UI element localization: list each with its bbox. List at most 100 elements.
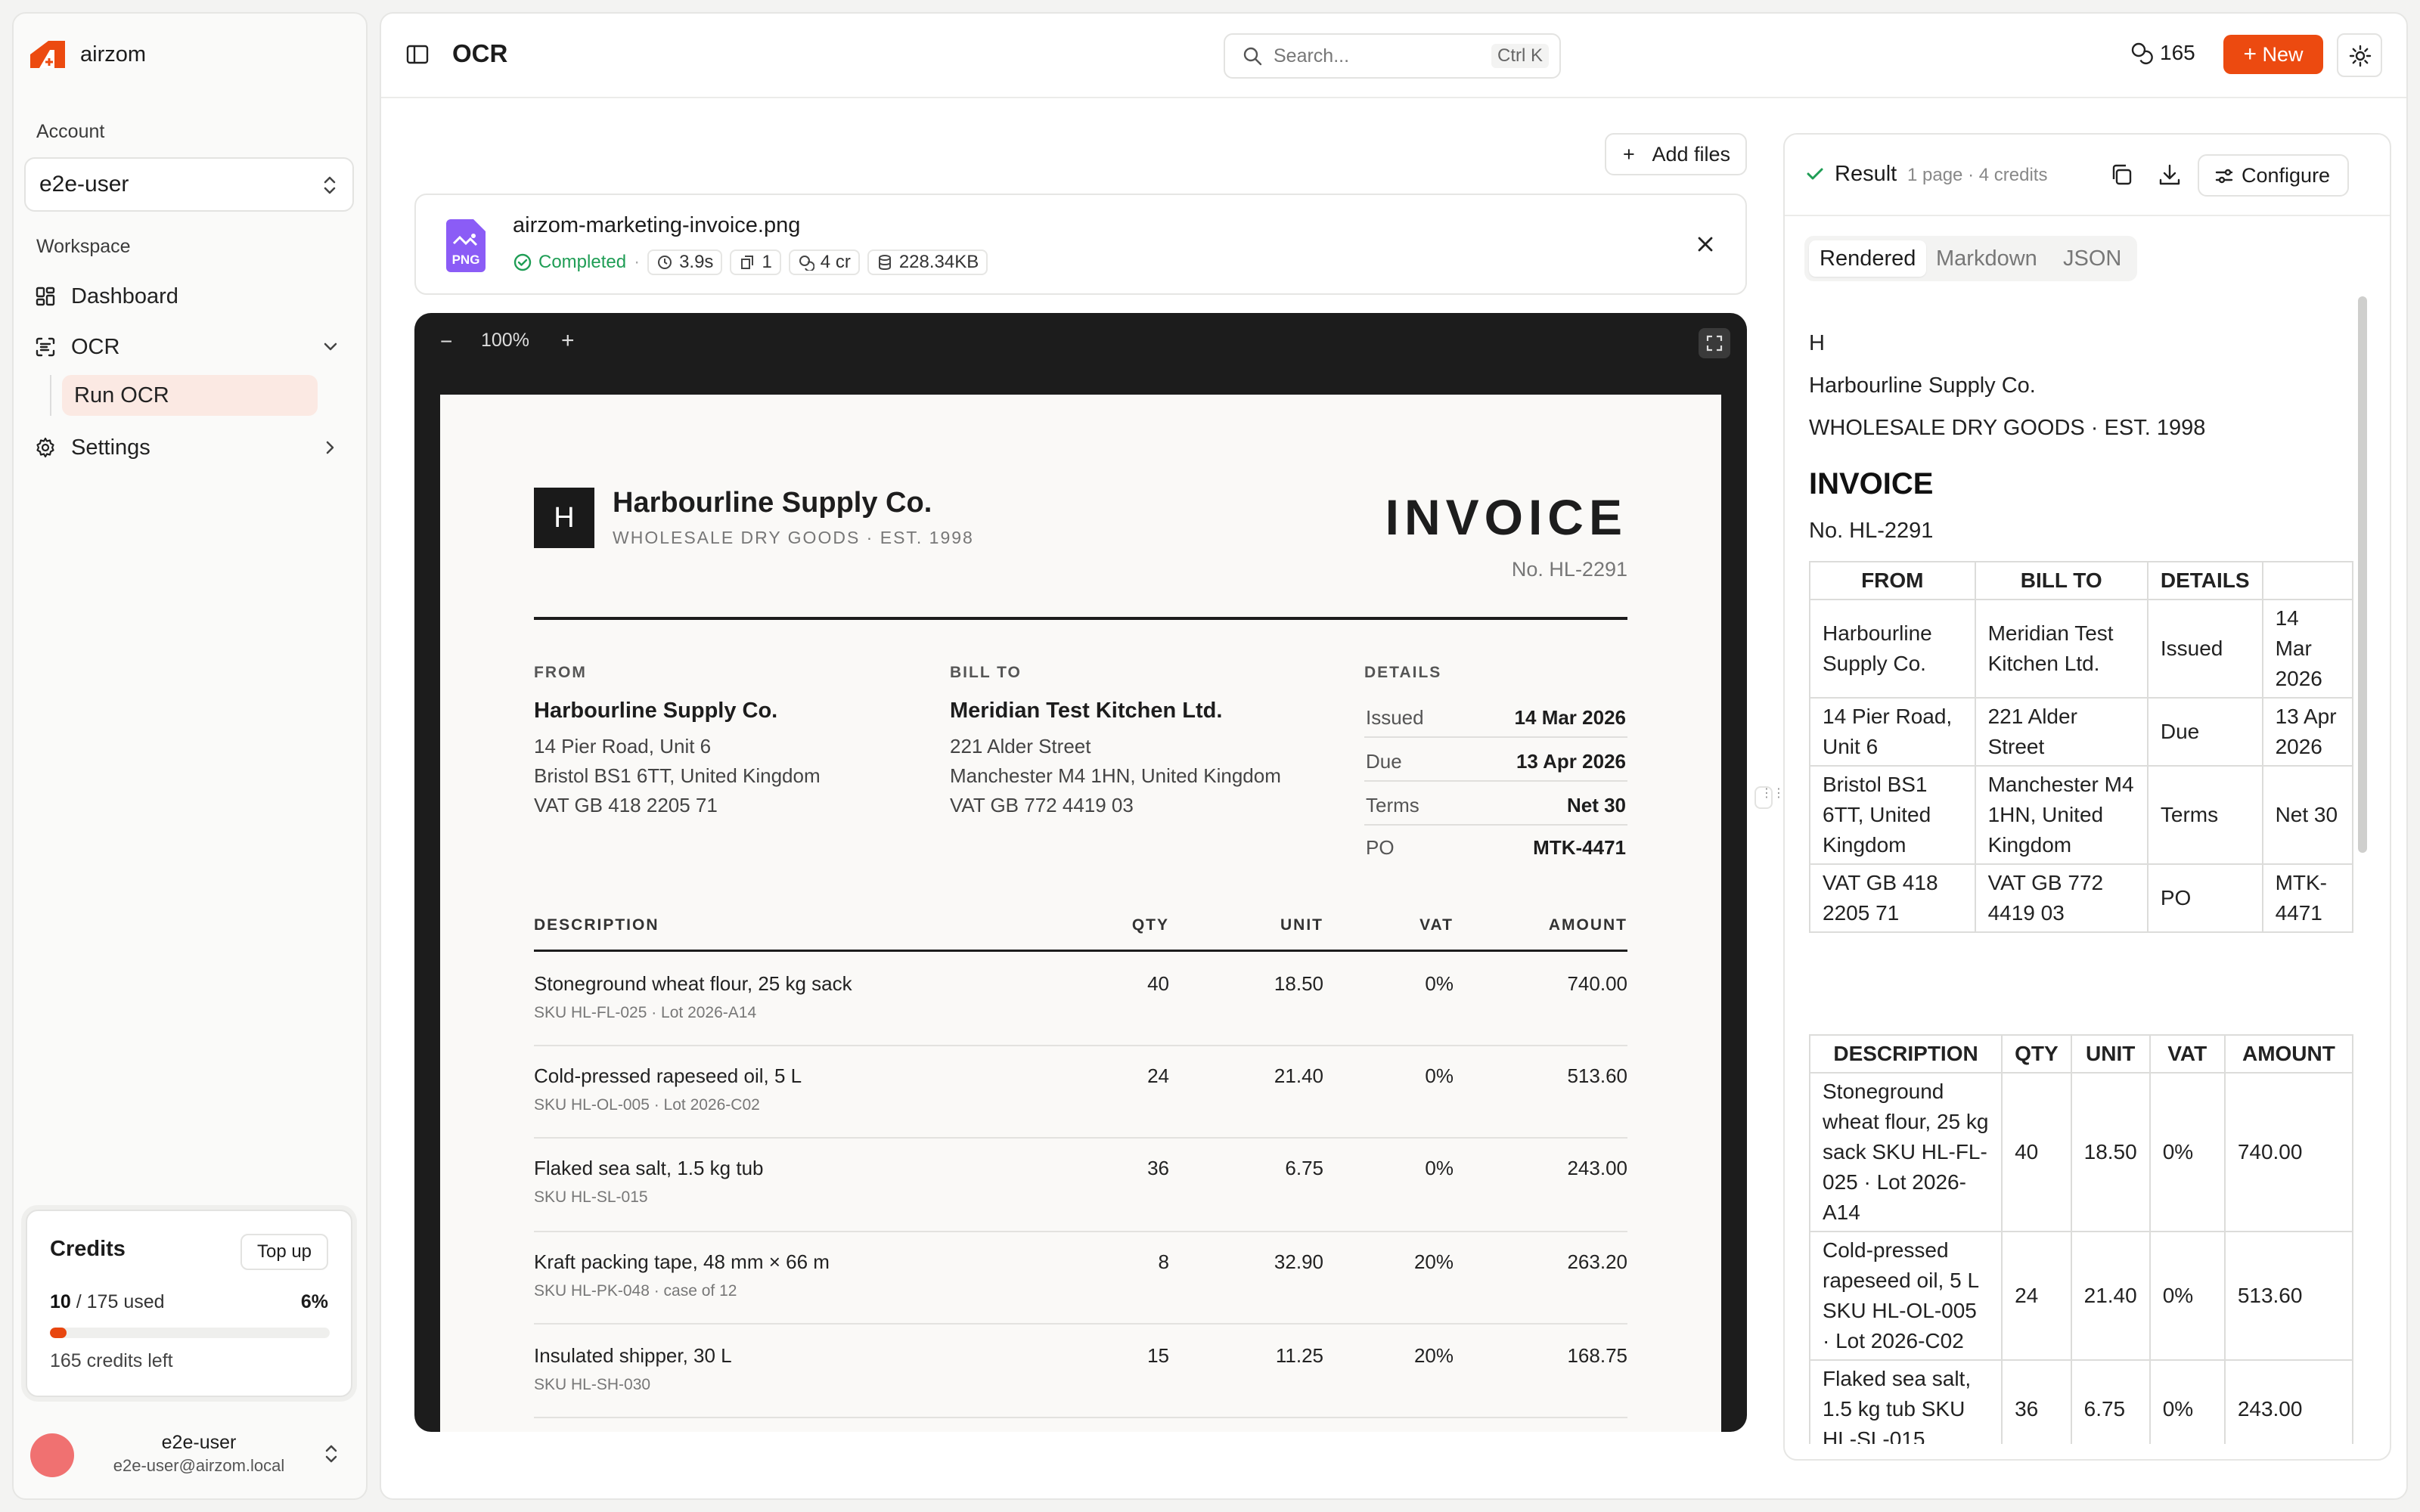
header-divider	[381, 97, 2406, 98]
chevron-up-down-icon[interactable]	[322, 1442, 340, 1465]
new-button[interactable]: + New	[2223, 35, 2323, 74]
invoice-title: INVOICE	[1385, 489, 1627, 545]
sidebar-toggle-icon[interactable]	[405, 42, 430, 67]
search-shortcut: Ctrl K	[1491, 44, 1549, 68]
table-cell: VAT GB 772 4419 03	[1974, 863, 2149, 933]
duration-value: 3.9s	[679, 252, 714, 272]
table-header-cell: QTY	[2001, 1034, 2072, 1074]
airzom-logo-icon[interactable]	[29, 39, 67, 70]
sidebar-item-ocr[interactable]: OCR	[24, 324, 354, 370]
tab-markdown[interactable]: Markdown	[1936, 240, 2037, 277]
pages-icon	[741, 256, 754, 269]
zoom-out-button[interactable]: −	[440, 330, 452, 354]
item-amount: 740.00	[1567, 972, 1627, 995]
search-placeholder: Search...	[1274, 45, 1350, 67]
workspace-label: Workspace	[36, 236, 131, 257]
table-cell: Net 30	[2261, 765, 2354, 865]
bill-to-line: VAT GB 772 4419 03	[950, 794, 1134, 816]
item-qty: 24	[1147, 1064, 1169, 1087]
table-cell: VAT GB 418 2205 71	[1809, 863, 1976, 933]
result-title: Result	[1835, 162, 1897, 186]
table-cell: Due	[2146, 697, 2263, 767]
item-description: Flaked sea salt, 1.5 kg tub	[534, 1157, 764, 1179]
table-row: Flaked sea salt, 1.5 kg tub SKU HL-SL-01…	[1808, 1359, 2354, 1444]
size-value: 228.34KB	[898, 252, 979, 272]
brand-name: airzom	[80, 42, 147, 67]
details-key: Terms	[1366, 794, 1419, 816]
file-meta: Completed · 3.9s 1 4 cr 228.34KB	[513, 249, 988, 275]
col-header-vat: VAT	[1419, 916, 1454, 934]
close-icon[interactable]	[1696, 234, 1715, 254]
credit-balance: 165	[2130, 41, 2195, 65]
sidebar-item-label: OCR	[71, 335, 120, 359]
add-files-button[interactable]: + Add files	[1605, 133, 1747, 175]
expand-icon	[1705, 334, 1723, 352]
table-cell: Terms	[2146, 765, 2263, 865]
item-description: Kraft packing tape, 48 mm × 66 m	[534, 1250, 830, 1273]
table-cell: Harbourline Supply Co.	[1809, 599, 1976, 699]
item-vat: 20%	[1413, 1250, 1454, 1273]
result-scrollbar[interactable]	[2358, 296, 2367, 853]
account-value: e2e-user	[39, 172, 129, 197]
from-caption: FROM	[534, 664, 587, 681]
table-cell: MTK-4471	[2261, 863, 2354, 933]
table-cell: 513.60	[2223, 1231, 2354, 1361]
panel-resize-handle[interactable]: ⋮⋮	[1754, 786, 1785, 809]
grid-icon	[35, 286, 56, 307]
theme-toggle-button[interactable]	[2337, 33, 2382, 77]
chevron-down-icon	[321, 338, 340, 356]
file-card	[414, 194, 1747, 295]
item-unit: 18.50	[1274, 972, 1323, 995]
item-sku: SKU HL-OL-005 · Lot 2026-C02	[534, 1096, 760, 1114]
search-input[interactable]: Search... Ctrl K	[1224, 33, 1561, 79]
check-circle-icon	[513, 253, 532, 271]
result-header-divider	[1785, 215, 2390, 216]
tab-rendered[interactable]: Rendered	[1809, 240, 1927, 277]
credits-chip: 4 cr	[788, 249, 860, 275]
sidebar-item-settings[interactable]: Settings	[24, 425, 354, 470]
configure-button[interactable]: Configure	[2198, 154, 2349, 197]
account-select[interactable]: e2e-user	[24, 157, 354, 212]
table-row: FROM BILL TO DETAILS	[1809, 561, 2354, 600]
fullscreen-button[interactable]	[1699, 328, 1730, 358]
from-name: Harbourline Supply Co.	[534, 699, 778, 723]
scan-icon	[35, 336, 56, 358]
rendered-heading: INVOICE	[1809, 467, 1934, 500]
user-name: e2e-user	[161, 1432, 237, 1453]
table-cell: PO	[2146, 863, 2263, 933]
item-sku: SKU HL-FL-025 · Lot 2026-A14	[534, 1004, 757, 1021]
download-icon[interactable]	[2157, 162, 2183, 187]
copy-icon[interactable]	[2108, 162, 2134, 187]
table-row: DESCRIPTION QTY UNIT VAT AMOUNT	[1808, 1034, 2354, 1074]
item-qty: 8	[1158, 1250, 1169, 1273]
zoom-in-button[interactable]: +	[561, 328, 575, 354]
details-row: Issued 14 Mar 2026	[1364, 696, 1627, 738]
table-header-cell: BILL TO	[1974, 561, 2149, 600]
details-row: PO MTK-4471	[1364, 826, 1627, 868]
row-divider	[534, 1137, 1627, 1139]
table-cell: Manchester M4 1HN, United Kingdom	[1974, 765, 2149, 865]
sidebar-item-dashboard[interactable]: Dashboard	[24, 274, 354, 319]
item-sku: SKU HL-SL-015	[534, 1188, 648, 1206]
table-cell: Bristol BS1 6TT, United Kingdom	[1809, 765, 1976, 865]
pages-value: 1	[762, 252, 772, 272]
avatar[interactable]	[30, 1433, 74, 1477]
chevron-up-down-icon	[321, 174, 339, 197]
details-row: Due 13 Apr 2026	[1364, 739, 1627, 782]
item-description: Cold-pressed rapeseed oil, 5 L	[534, 1064, 802, 1087]
table-header-cell: FROM	[1809, 561, 1976, 600]
table-cell: 0%	[2149, 1359, 2226, 1444]
table-header-cell: VAT	[2149, 1034, 2226, 1074]
table-row: Stoneground wheat flour, 25 kg sack SKU …	[1808, 1072, 2354, 1232]
tab-json[interactable]: JSON	[2063, 240, 2121, 277]
sliders-icon	[2214, 166, 2234, 186]
row-divider	[534, 1231, 1627, 1232]
rendered-line: H	[1809, 331, 1825, 355]
top-up-button[interactable]: Top up	[240, 1234, 328, 1270]
table-cell: 6.75	[2070, 1359, 2151, 1444]
table-cell: 0%	[2149, 1231, 2226, 1361]
table-cell: 18.50	[2070, 1072, 2151, 1232]
sidebar-item-run-ocr[interactable]: Run OCR	[62, 375, 318, 416]
status-badge: Completed	[513, 252, 626, 273]
table-row: VAT GB 418 2205 71 VAT GB 772 4419 03 PO…	[1809, 863, 2354, 933]
